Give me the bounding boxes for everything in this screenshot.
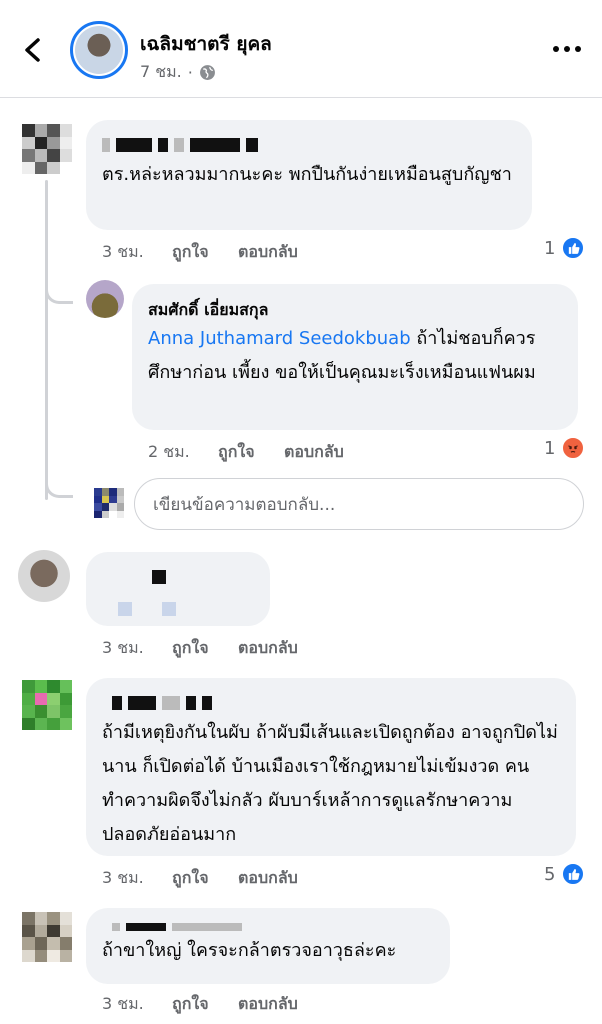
- reply-bubble: สมศักดิ์ เอี่ยมสกุล Anna Juthamard Seedo…: [132, 284, 578, 430]
- comment-author-redacted: [102, 134, 516, 158]
- reply-button[interactable]: ตอบกลับ: [238, 240, 298, 265]
- commenter-avatar[interactable]: [22, 912, 72, 962]
- separator-dot: ·: [187, 63, 193, 82]
- reply-button[interactable]: ตอบกลับ: [238, 992, 298, 1017]
- post-meta: 7 ชม. ·: [140, 60, 216, 85]
- like-button[interactable]: ถูกใจ: [218, 440, 284, 465]
- comment-actions: 3 ชม. ถูกใจ ตอบกลับ: [102, 866, 298, 891]
- post-time: 7 ชม.: [140, 62, 182, 81]
- reply-actions: 2 ชม. ถูกใจ ตอบกลับ: [148, 440, 344, 465]
- reply-button[interactable]: ตอบกลับ: [284, 440, 344, 465]
- commenter-avatar[interactable]: [18, 550, 70, 602]
- reply-author[interactable]: สมศักดิ์ เอี่ยมสกุล: [148, 298, 562, 322]
- profile-name[interactable]: เฉลิมชาตรี ยุคล: [140, 29, 272, 59]
- comment-content-redacted: [102, 598, 254, 617]
- reply-input[interactable]: เขียนข้อความตอบกลับ...: [134, 478, 584, 530]
- comment-time: 3 ชม.: [102, 994, 144, 1013]
- comment-author-redacted: [102, 916, 434, 934]
- reaction-count: 1: [544, 437, 556, 459]
- like-reaction-icon: [561, 236, 586, 260]
- thread-connector: [45, 284, 73, 304]
- comment-actions: 3 ชม. ถูกใจ ตอบกลับ: [102, 992, 298, 1017]
- more-options-icon[interactable]: [552, 44, 582, 54]
- mention-link[interactable]: Anna Juthamard Seedokbuab: [148, 328, 411, 349]
- reply-button[interactable]: ตอบกลับ: [238, 636, 298, 661]
- comment-time: 3 ชม.: [102, 868, 144, 887]
- profile-avatar[interactable]: [70, 21, 128, 79]
- comment-bubble-redacted: [86, 552, 270, 626]
- reaction-count: 1: [544, 237, 556, 259]
- comment-text: ถ้ามีเหตุยิงกันในผับ ถ้าผับมีเส้นและเปิด…: [102, 722, 558, 845]
- my-avatar: [94, 488, 124, 518]
- reply-button[interactable]: ตอบกลับ: [238, 866, 298, 891]
- comment-bubble: ตร.หล่ะหลวมมากนะคะ พกปืนกันง่ายเหมือนสูบ…: [86, 120, 532, 230]
- like-button[interactable]: ถูกใจ: [172, 866, 238, 891]
- comment-text: ตร.หล่ะหลวมมากนะคะ พกปืนกันง่ายเหมือนสูบ…: [102, 164, 512, 185]
- comment-time: 3 ชม.: [102, 638, 144, 657]
- like-button[interactable]: ถูกใจ: [172, 992, 238, 1017]
- replier-avatar[interactable]: [86, 280, 124, 318]
- angry-reaction-icon: [561, 436, 586, 460]
- post-header: เฉลิมชาตรี ยุคล 7 ชม. ·: [0, 0, 602, 98]
- commenter-avatar[interactable]: [22, 124, 72, 174]
- comment-actions: 3 ชม. ถูกใจ ตอบกลับ: [102, 240, 298, 265]
- comment-actions: 3 ชม. ถูกใจ ตอบกลับ: [102, 636, 298, 661]
- comment-time: 3 ชม.: [102, 242, 144, 261]
- reaction-count: 5: [544, 863, 556, 885]
- reply-text: Anna Juthamard Seedokbuab ถ้าไม่ชอบก็ควร…: [148, 328, 536, 383]
- globe-icon: [199, 65, 215, 80]
- thread-line: [45, 180, 48, 500]
- reply-placeholder: เขียนข้อความตอบกลับ...: [153, 494, 336, 515]
- reply-time: 2 ชม.: [148, 442, 190, 461]
- reaction-summary[interactable]: 5: [544, 862, 586, 886]
- reaction-summary[interactable]: 1: [544, 436, 586, 460]
- comment-bubble: ถ้าขาใหญ่ ใครจะกล้าตรวจอาวุธล่ะคะ: [86, 908, 450, 984]
- comment-author-redacted: [102, 566, 254, 590]
- like-button[interactable]: ถูกใจ: [172, 636, 238, 661]
- like-reaction-icon: [561, 862, 586, 886]
- back-arrow-icon[interactable]: [18, 32, 50, 68]
- reaction-summary[interactable]: 1: [544, 236, 586, 260]
- like-button[interactable]: ถูกใจ: [172, 240, 238, 265]
- commenter-avatar[interactable]: [22, 680, 72, 730]
- thread-connector: [45, 478, 73, 498]
- comment-bubble: ถ้ามีเหตุยิงกันในผับ ถ้าผับมีเส้นและเปิด…: [86, 678, 576, 856]
- comment-text: ถ้าขาใหญ่ ใครจะกล้าตรวจอาวุธล่ะคะ: [102, 940, 397, 961]
- comment-author-redacted: [102, 692, 560, 716]
